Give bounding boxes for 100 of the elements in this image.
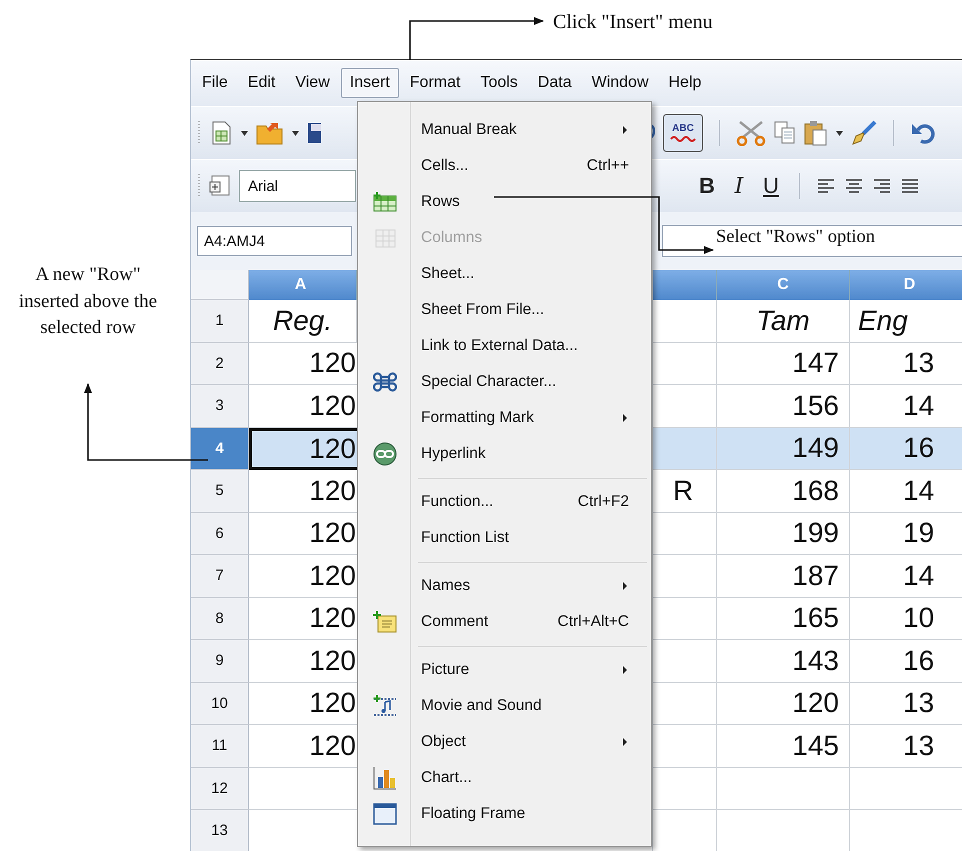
empty-cell [653, 640, 717, 682]
row-header[interactable]: 12 [191, 768, 249, 810]
menu-item[interactable]: Window [582, 68, 658, 98]
row-header[interactable]: 7 [191, 555, 249, 598]
menu-option[interactable]: Special Character... [358, 364, 651, 400]
table-cell: 149 [717, 428, 850, 470]
clipboard-icon[interactable] [804, 120, 828, 146]
menu-option[interactable]: Floating Frame [358, 796, 651, 832]
insert-rows-icon [372, 192, 396, 212]
insert-columns-icon [372, 228, 396, 248]
format-button[interactable]: U [759, 173, 783, 199]
row-header[interactable]: 2 [191, 342, 249, 385]
menu-option[interactable]: Sheet... [358, 256, 651, 292]
row-header[interactable]: 9 [191, 640, 249, 682]
empty-cell [653, 598, 717, 640]
menu-option[interactable]: Link to External Data... [358, 328, 651, 364]
menu-option[interactable]: Formatting Mark [358, 400, 651, 436]
menu-item[interactable]: Data [528, 68, 581, 98]
menu-option[interactable]: Rows [358, 184, 651, 220]
shortcut-label: Ctrl+F2 [578, 493, 629, 511]
table-cell: 165 [717, 598, 850, 640]
menu-option[interactable]: Names [358, 568, 651, 604]
menu-option[interactable]: Hyperlink [358, 436, 651, 472]
menu-item[interactable]: View [286, 68, 339, 98]
menu-item[interactable]: Edit [238, 68, 284, 98]
format-button[interactable]: I [727, 174, 751, 198]
menu-item[interactable]: Help [660, 68, 710, 98]
globe-link-icon [372, 442, 396, 466]
row-header[interactable]: 13 [191, 810, 249, 851]
table-cell: 199 [717, 512, 850, 555]
bar-chart-icon [372, 766, 396, 790]
align-center-icon[interactable] [844, 177, 864, 195]
menu-option[interactable]: Function... Ctrl+F2 [358, 484, 651, 520]
navigator-icon[interactable] [209, 175, 231, 197]
window-frame-icon [372, 803, 396, 825]
row-header[interactable]: 8 [191, 598, 249, 640]
empty-cell [653, 682, 717, 725]
dropdown-caret-icon[interactable] [836, 130, 843, 136]
spellcheck-icon[interactable]: ABC [663, 114, 703, 152]
menu-option[interactable]: Movie and Sound [358, 688, 651, 724]
column-title-cell: Tam [717, 300, 850, 342]
annotation-text: Select "Rows" option [716, 227, 875, 248]
note-plus-icon [372, 611, 396, 633]
menu-item[interactable]: Insert [340, 68, 399, 98]
dropdown-caret-icon[interactable] [241, 130, 248, 136]
table-cell: 13 [850, 682, 962, 725]
align-left-icon[interactable] [816, 177, 836, 195]
table-cell: 145 [717, 725, 850, 768]
toolbar-grip-icon[interactable] [197, 120, 201, 146]
shortcut-label: Ctrl+Alt+C [558, 613, 629, 631]
annotation-text: A new "Row" inserted above the selected row [18, 263, 158, 340]
menu-option[interactable]: Chart... [358, 760, 651, 796]
menu-option[interactable]: Object [358, 724, 651, 760]
highlighted-cell [653, 428, 717, 470]
align-justify-icon[interactable] [900, 177, 920, 195]
table-cell: 13 [850, 725, 962, 768]
empty-cell [653, 512, 717, 555]
menu-option[interactable]: Comment Ctrl+Alt+C [358, 604, 651, 640]
empty-cell [653, 300, 717, 342]
row-header[interactable]: 6 [191, 512, 249, 555]
format-button[interactable]: B [695, 173, 719, 199]
table-cell: 16 [850, 640, 962, 682]
table-cell: 147 [717, 342, 850, 385]
table-cell: 19 [850, 512, 962, 555]
row-header[interactable]: 5 [191, 470, 249, 512]
menu-item[interactable]: File [193, 68, 237, 98]
toolbar-grip-icon[interactable] [197, 173, 201, 199]
dropdown-caret-icon[interactable] [292, 130, 299, 136]
table-cell: R [653, 470, 717, 512]
font-name-field[interactable]: Arial [239, 170, 356, 202]
align-right-icon[interactable] [872, 177, 892, 195]
table-cell: 168 [717, 470, 850, 512]
menu-option[interactable]: Sheet From File... [358, 292, 651, 328]
name-box[interactable]: A4:AMJ4 [197, 226, 352, 256]
music-film-icon [372, 695, 398, 717]
table-cell: 14 [850, 470, 962, 512]
row-header[interactable]: 11 [191, 725, 249, 768]
empty-cell [653, 725, 717, 768]
paintbrush-icon[interactable] [851, 120, 877, 146]
menu-option[interactable]: Cells... Ctrl++ [358, 148, 651, 184]
command-symbol-icon [372, 371, 396, 393]
scissors-icon[interactable] [736, 120, 766, 146]
row-header[interactable]: 3 [191, 385, 249, 428]
table-cell: 16 [850, 428, 962, 470]
menu-option[interactable]: Function List [358, 520, 651, 556]
empty-cell [653, 342, 717, 385]
table-cell: 14 [850, 555, 962, 598]
row-header[interactable]: 1 [191, 300, 249, 342]
folder-icon[interactable] [256, 121, 284, 145]
menu-item[interactable]: Tools [471, 68, 527, 98]
table-cell: 13 [850, 342, 962, 385]
copy-icon[interactable] [774, 121, 796, 145]
row-header[interactable]: 4 [191, 428, 249, 470]
column-title-cell: Eng [850, 300, 962, 342]
menu-item[interactable]: Format [400, 68, 470, 98]
menu-option[interactable]: Manual Break [358, 112, 651, 148]
menu-option[interactable]: Picture [358, 652, 651, 688]
table-cell: 143 [717, 640, 850, 682]
row-header[interactable]: 10 [191, 682, 249, 725]
table-cell: 120 [717, 682, 850, 725]
